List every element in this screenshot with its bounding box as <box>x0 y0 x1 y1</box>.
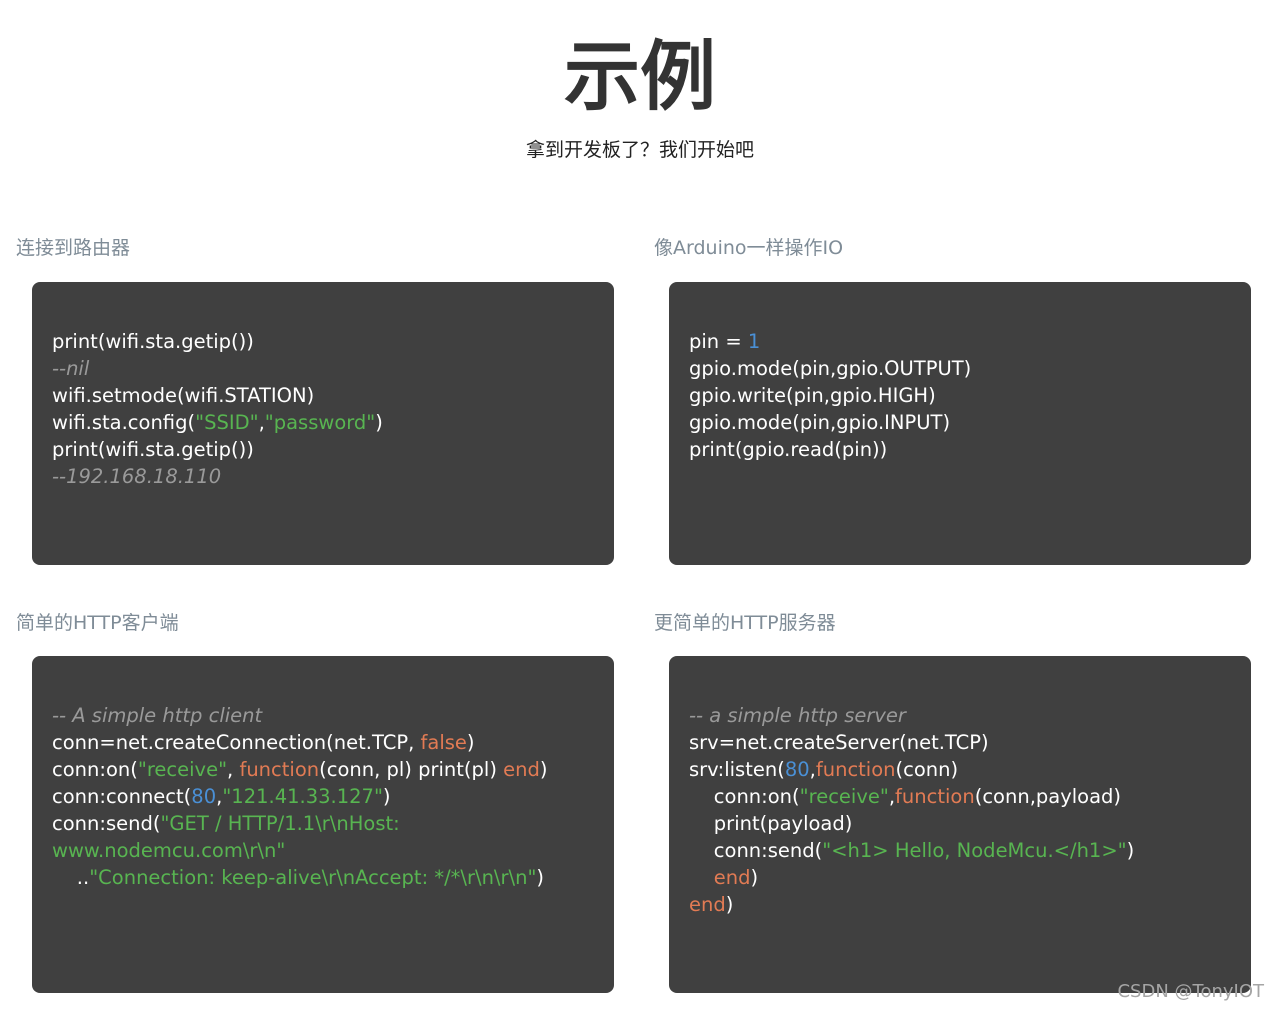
code-line: -- A simple http client <box>52 702 594 729</box>
code-line: gpio.mode(pin,gpio.INPUT) <box>689 409 1231 436</box>
code-token: "121.41.33.127" <box>222 785 383 808</box>
code-line: conn:on("receive", function(conn, pl) pr… <box>52 756 594 783</box>
code-block-http-server[interactable]: -- a simple http server srv=net.createSer… <box>669 656 1251 993</box>
code-line: print(wifi.sta.getip()) <box>52 328 594 355</box>
code-line: conn:send("<h1> Hello, NodeMcu.</h1>") <box>689 837 1231 864</box>
code-token: ) <box>375 411 383 434</box>
code-line: .."Connection: keep-alive\r\nAccept: */*… <box>52 864 594 891</box>
code-token: ) <box>382 785 391 808</box>
code-line: --192.168.18.110 <box>52 463 594 490</box>
code-line: end) <box>689 891 1231 918</box>
code-block-http-client[interactable]: -- A simple http client conn=net.createCo… <box>32 656 614 993</box>
code-token: -- A simple http client <box>52 704 263 727</box>
section-heading-http-client: 简单的HTTP客户端 <box>16 612 179 634</box>
code-token: print(payload) <box>689 812 853 835</box>
code-token: "receive" <box>799 785 889 808</box>
code-token: (conn,payload) <box>974 785 1122 808</box>
code-line: wifi.sta.config("SSID","password") <box>52 409 594 436</box>
code-token: wifi.setmode(wifi.STATION) <box>52 384 315 407</box>
code-line: srv=net.createServer(net.TCP) <box>689 729 1231 756</box>
code-token: (conn, pl) print(pl) <box>319 758 504 781</box>
section-heading-router: 连接到路由器 <box>16 237 131 259</box>
code-block-gpio[interactable]: pin = 1 gpio.mode(pin,gpio.OUTPUT) gpio.wr… <box>669 282 1251 565</box>
code-token: print(wifi.sta.getip()) <box>52 438 254 461</box>
page-subtitle: 拿到开发板了？我们开始吧 <box>525 139 754 161</box>
code-line: print(gpio.read(pin)) <box>689 436 1231 463</box>
code-token: 80 <box>784 758 810 781</box>
page: 示例 拿到开发板了？我们开始吧 连接到路由器 print(wifi.sta.ge… <box>0 0 1280 1014</box>
code-token: -- a simple http server <box>689 704 906 727</box>
code-token: print(gpio.read(pin)) <box>689 438 888 461</box>
code-token: conn=net.createConnection(net.TCP, <box>52 731 421 754</box>
code-token: "GET / HTTP/1.1\r\nHost: <box>160 812 400 835</box>
code-token: function <box>895 785 975 808</box>
code-token: 80 <box>191 785 217 808</box>
code-line: conn:on("receive",function(conn,payload) <box>689 783 1231 810</box>
code-token: "Connection: keep-alive\r\nAccept: */*\r… <box>89 866 537 889</box>
code-token: ) <box>1126 839 1135 862</box>
code-token: end <box>503 758 540 781</box>
code-token: wifi.sta.config( <box>52 411 196 434</box>
code-token: conn:send( <box>52 812 161 835</box>
code-line: -- a simple http server <box>689 702 1231 729</box>
code-token: conn:connect( <box>52 785 192 808</box>
code-line: --nil <box>52 355 594 382</box>
code-token: end <box>689 893 726 916</box>
code-token: srv=net.createServer(net.TCP) <box>689 731 989 754</box>
code-token: , <box>227 758 240 781</box>
code-token: "SSID" <box>195 411 259 434</box>
code-token: .. <box>52 866 90 889</box>
code-token: srv:listen( <box>689 758 785 781</box>
code-token: false <box>420 731 467 754</box>
code-token: --nil <box>52 357 90 380</box>
code-token: "<h1> Hello, NodeMcu.</h1>" <box>822 839 1127 862</box>
code-token: --192.168.18.110 <box>52 465 222 488</box>
code-token: conn:on( <box>689 785 800 808</box>
code-line: print(payload) <box>689 810 1231 837</box>
code-block-router[interactable]: print(wifi.sta.getip()) --nil wifi.setmode… <box>32 282 614 565</box>
code-line: wifi.setmode(wifi.STATION) <box>52 382 594 409</box>
page-title: 示例 <box>564 32 716 121</box>
code-token: ) <box>539 758 548 781</box>
section-heading-gpio: 像Arduino一样操作IO <box>654 237 844 259</box>
code-token: ) <box>466 731 475 754</box>
code-token: 1 <box>747 330 761 353</box>
section-heading-http-server: 更简单的HTTP服务器 <box>654 612 836 634</box>
code-token: "receive" <box>137 758 228 781</box>
code-line: end) <box>689 864 1231 891</box>
code-token: "password" <box>264 411 376 434</box>
code-token: gpio.mode(pin,gpio.OUTPUT) <box>689 357 972 380</box>
code-token: print(wifi.sta.getip()) <box>52 330 254 353</box>
code-token: conn:on( <box>52 758 138 781</box>
code-line: conn:connect(80,"121.41.33.127") <box>52 783 594 810</box>
code-token: function <box>239 758 320 781</box>
code-token: ) <box>536 866 545 889</box>
code-line: conn:send("GET / HTTP/1.1\r\nHost: <box>52 810 594 837</box>
watermark: CSDN @TonyIOT <box>1117 981 1264 1002</box>
code-token: gpio.write(pin,gpio.HIGH) <box>689 384 936 407</box>
code-line: conn=net.createConnection(net.TCP, false… <box>52 729 594 756</box>
code-token: ) <box>750 866 759 889</box>
code-line: pin = 1 <box>689 328 1231 355</box>
code-line: print(wifi.sta.getip()) <box>52 436 594 463</box>
code-token: gpio.mode(pin,gpio.INPUT) <box>689 411 951 434</box>
code-token: conn:send( <box>689 839 823 862</box>
code-token: ) <box>725 893 734 916</box>
code-token: pin = <box>689 330 748 353</box>
code-token: end <box>713 866 751 889</box>
code-line: gpio.mode(pin,gpio.OUTPUT) <box>689 355 1231 382</box>
code-line: srv:listen(80,function(conn) <box>689 756 1231 783</box>
code-token: www.nodemcu.com\r\n" <box>52 839 286 862</box>
code-line: gpio.write(pin,gpio.HIGH) <box>689 382 1231 409</box>
code-token: (conn) <box>895 758 959 781</box>
code-line: www.nodemcu.com\r\n" <box>52 837 594 864</box>
code-token: function <box>815 758 896 781</box>
